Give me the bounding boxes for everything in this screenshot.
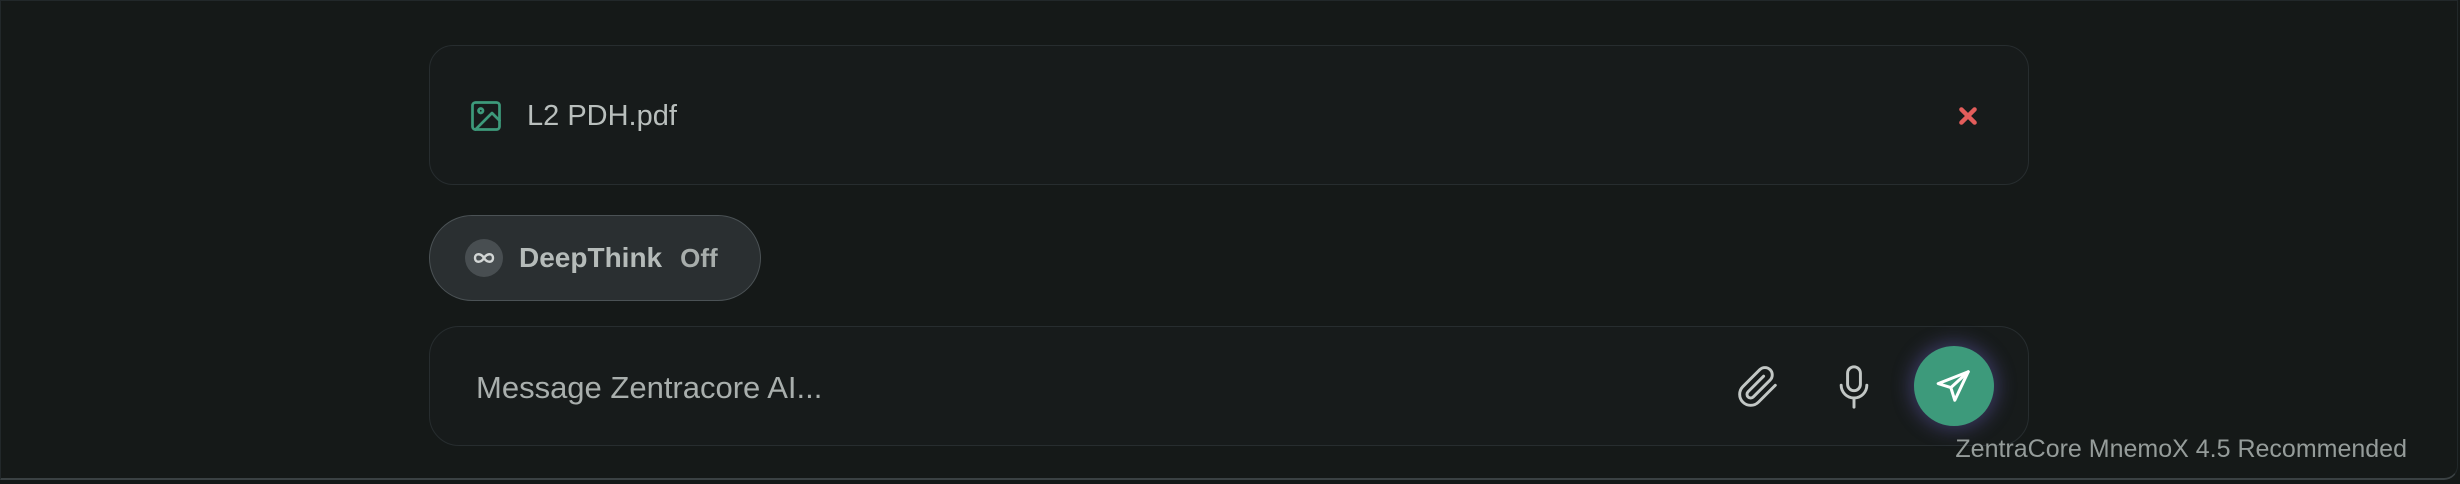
microphone-icon[interactable] [1832,363,1876,411]
infinity-icon [465,239,503,277]
deepthink-state: Off [680,242,718,273]
deepthink-toggle[interactable]: DeepThink Off [429,215,761,301]
send-button[interactable] [1914,346,1994,426]
app-window: L2 PDH.pdf DeepThink Off Message Zentrac… [0,0,2458,480]
image-file-icon [468,98,504,134]
remove-attachment-button[interactable] [1948,96,1988,136]
close-icon [1959,107,1977,125]
deepthink-label: DeepThink [519,242,663,273]
attachment-file-name: L2 PDH.pdf [527,100,677,132]
attachment-card: L2 PDH.pdf [429,45,2029,185]
message-composer [429,326,2029,446]
send-icon [1936,370,1970,402]
model-recommendation: ZentraCore MnemoX 4.5 Recommended [1955,435,2407,463]
message-input[interactable] [474,357,1638,419]
paperclip-icon[interactable] [1736,365,1780,409]
